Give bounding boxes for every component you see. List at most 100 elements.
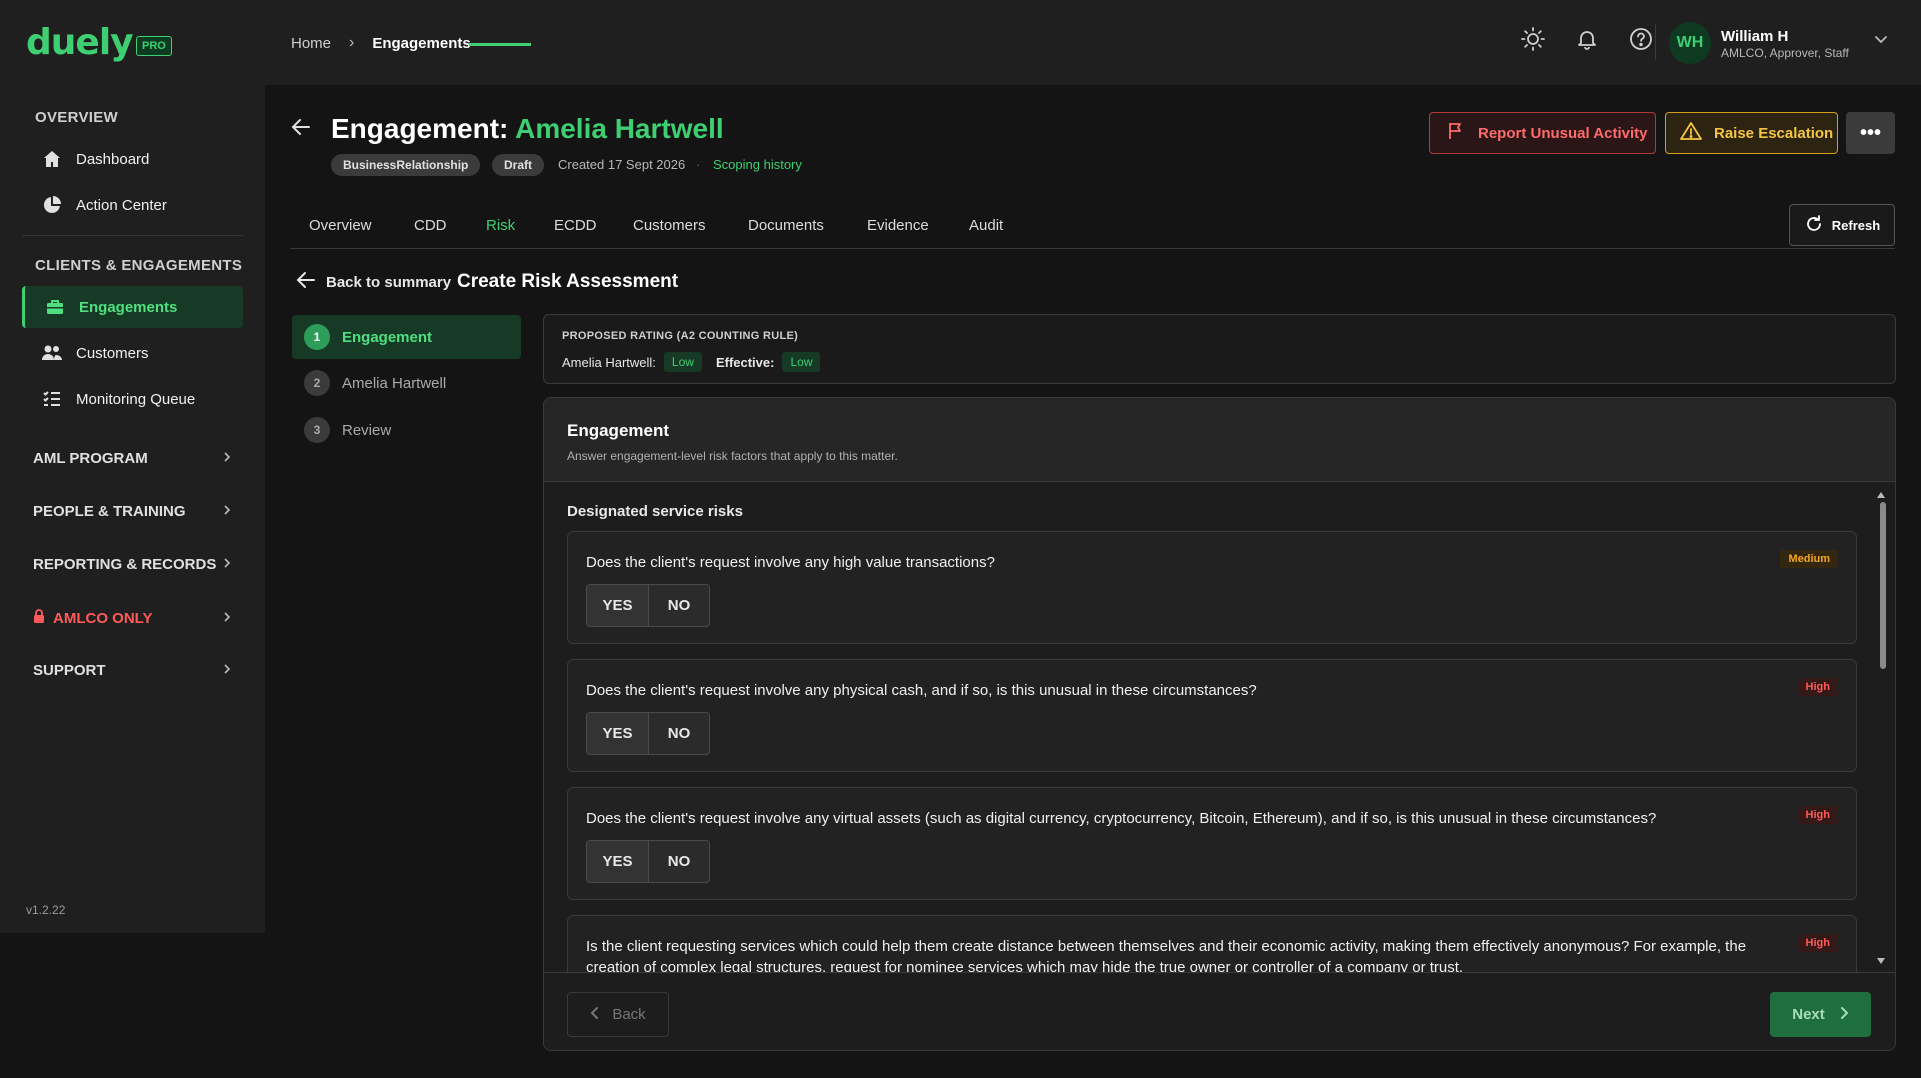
chevron-right-icon: [221, 556, 233, 573]
sidebar-group-amlco-only[interactable]: AMLCO ONLY: [33, 609, 233, 628]
home-icon: [40, 147, 64, 171]
topbar-divider: [1655, 24, 1656, 60]
risk-level-badge: Medium: [1780, 550, 1838, 568]
back-arrow-icon[interactable]: [290, 116, 312, 143]
briefcase-icon: [43, 295, 67, 319]
sidebar-group-label: AMLCO ONLY: [53, 610, 153, 627]
flag-icon: [1446, 121, 1466, 145]
list-check-icon: [40, 387, 64, 411]
sidebar-group-label: AML PROGRAM: [33, 450, 148, 467]
question-card: Does the client's request involve any ph…: [567, 659, 1857, 772]
step-engagement[interactable]: 1 Engagement: [292, 315, 521, 359]
next-button[interactable]: Next: [1770, 992, 1871, 1037]
report-button-label: Report Unusual Activity: [1478, 124, 1648, 142]
tab-documents[interactable]: Documents: [748, 217, 824, 234]
back-to-summary-label: Back to summary: [326, 273, 452, 291]
active-tab-indicator: [469, 43, 531, 46]
engagement-type-badge: BusinessRelationship: [331, 154, 481, 176]
notifications-bell-icon[interactable]: [1572, 24, 1602, 54]
chevron-right-icon: [221, 662, 233, 679]
chevron-left-icon: [590, 1006, 600, 1024]
yes-button[interactable]: YES: [587, 585, 648, 626]
tab-customers[interactable]: Customers: [633, 217, 706, 234]
risk-level-badge: High: [1797, 678, 1838, 696]
chevron-right-icon: [1839, 1006, 1849, 1024]
sidebar-group-support[interactable]: SUPPORT: [33, 662, 233, 679]
panel-scrollbar-thumb[interactable]: [1880, 502, 1886, 669]
tab-audit[interactable]: Audit: [969, 217, 1003, 234]
tab-ecdd[interactable]: ECDD: [554, 217, 597, 234]
sidebar-item-customers[interactable]: Customers: [22, 332, 243, 374]
duely-logo[interactable]: duely: [26, 22, 134, 63]
sidebar-group-people-training[interactable]: PEOPLE & TRAINING: [33, 503, 233, 520]
back-to-summary-link[interactable]: Back to summary: [296, 271, 451, 293]
yes-no-toggle: YES NO: [586, 584, 710, 627]
user-name[interactable]: William H: [1721, 28, 1788, 45]
users-icon: [40, 341, 64, 365]
tab-risk[interactable]: Risk: [486, 217, 515, 234]
sidebar-item-label: Customers: [76, 344, 149, 362]
sidebar-item-dashboard[interactable]: Dashboard: [22, 138, 243, 180]
yes-button[interactable]: YES: [587, 841, 648, 882]
question-card: Does the client's request involve any vi…: [567, 787, 1857, 900]
sidebar-group-reporting-records[interactable]: REPORTING & RECORDS: [33, 556, 233, 573]
sidebar-group-aml-program[interactable]: AML PROGRAM: [33, 450, 233, 467]
no-button[interactable]: NO: [648, 585, 709, 626]
engagement-tabs: Overview CDD Risk ECDD Customers Documen…: [290, 203, 1895, 249]
user-avatar[interactable]: WH: [1669, 22, 1711, 64]
step-review[interactable]: 3 Review: [292, 408, 521, 452]
sidebar-item-monitoring-queue[interactable]: Monitoring Queue: [22, 378, 243, 420]
step-label: Amelia Hartwell: [342, 374, 447, 392]
meta-separator: ·: [696, 157, 701, 172]
sidebar-divider: [22, 235, 243, 236]
chevron-right-icon: [221, 503, 233, 520]
refresh-button[interactable]: Refresh: [1789, 204, 1895, 246]
back-button[interactable]: Back: [567, 992, 669, 1037]
question-text: Does the client's request involve any hi…: [586, 554, 995, 571]
breadcrumb-home[interactable]: Home: [291, 35, 331, 52]
yes-no-toggle: YES NO: [586, 712, 710, 755]
step-label: Engagement: [342, 328, 433, 346]
no-button[interactable]: NO: [648, 713, 709, 754]
tab-evidence[interactable]: Evidence: [867, 217, 929, 234]
raise-escalation-button[interactable]: Raise Escalation: [1665, 112, 1838, 154]
scoping-history-link[interactable]: Scoping history: [713, 157, 802, 172]
panel-header: Engagement Answer engagement-level risk …: [544, 398, 1895, 482]
chevron-right-icon: [221, 610, 233, 627]
page-title: Engagement: Amelia Hartwell: [331, 113, 724, 145]
more-options-button[interactable]: •••: [1846, 112, 1895, 154]
created-date: Created 17 Sept 2026: [558, 157, 686, 172]
step-client[interactable]: 2 Amelia Hartwell: [292, 361, 521, 405]
sidebar-section-clients: CLIENTS & ENGAGEMENTS: [35, 257, 243, 274]
proposed-rating-box: PROPOSED RATING (A2 COUNTING RULE) Ameli…: [543, 314, 1896, 384]
theme-toggle-sun-icon[interactable]: [1518, 24, 1548, 54]
sidebar-item-engagements[interactable]: Engagements: [22, 286, 243, 328]
user-roles: AMLCO, Approver, Staff: [1721, 46, 1849, 60]
question-text: Does the client's request involve any ph…: [586, 682, 1257, 699]
risk-level-badge: High: [1797, 806, 1838, 824]
yes-button[interactable]: YES: [587, 713, 648, 754]
breadcrumb-current: Engagements: [372, 34, 471, 52]
page-title-prefix: Engagement:: [331, 113, 509, 144]
effective-rating-badge: Low: [782, 352, 821, 372]
report-unusual-activity-button[interactable]: Report Unusual Activity: [1429, 112, 1656, 154]
lock-icon: [33, 609, 45, 628]
client-rating-label: Amelia Hartwell:: [562, 354, 656, 370]
no-button[interactable]: NO: [648, 841, 709, 882]
next-button-label: Next: [1792, 1006, 1825, 1023]
refresh-icon: [1804, 214, 1824, 237]
help-icon[interactable]: [1626, 24, 1656, 54]
tab-overview[interactable]: Overview: [309, 217, 372, 234]
page-title-client-name: Amelia Hartwell: [515, 113, 724, 144]
sidebar: OVERVIEW Dashboard Action Center CLIENTS…: [0, 85, 265, 933]
sidebar-item-label: Engagements: [79, 298, 178, 316]
risk-level-badge: High: [1797, 934, 1838, 952]
pie-chart-icon: [40, 193, 64, 217]
tab-cdd[interactable]: CDD: [414, 217, 447, 234]
top-bar: duely PRO Home › Engagements WH William …: [0, 0, 1921, 85]
user-menu-chevron-down-icon[interactable]: [1872, 30, 1890, 53]
sidebar-item-action-center[interactable]: Action Center: [22, 184, 243, 226]
sidebar-group-label: REPORTING & RECORDS: [33, 556, 217, 573]
sidebar-item-label: Dashboard: [76, 150, 150, 168]
warning-triangle-icon: [1680, 121, 1702, 145]
